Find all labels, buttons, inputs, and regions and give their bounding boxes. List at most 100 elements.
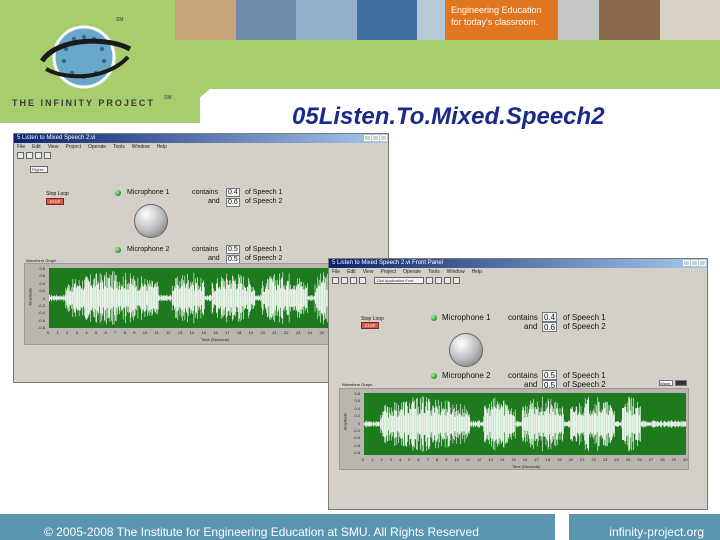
mic2-speech1-numeric[interactable]: 0.5 <box>226 245 240 254</box>
x-tick-label: 0 <box>362 457 365 462</box>
x-tick-label: 28 <box>660 457 665 462</box>
y-tick-label: 0.2 <box>39 288 45 294</box>
mic1-speech1-numeric[interactable]: 0.4 <box>226 188 240 197</box>
minimize-icon[interactable] <box>364 135 371 141</box>
run-icon[interactable] <box>332 277 339 284</box>
minimize-icon[interactable] <box>683 260 690 266</box>
mic2-led-icon <box>431 373 437 379</box>
mic1-speech2-numeric[interactable]: 0.6 <box>542 322 557 332</box>
run-icon[interactable] <box>17 152 24 159</box>
x-tick-label: 12 <box>476 457 482 462</box>
run-continuous-icon[interactable] <box>26 152 33 159</box>
close-icon[interactable] <box>699 260 706 266</box>
x-tick-label: 25 <box>625 457 631 462</box>
mic1-label: Microphone 1 <box>127 189 170 196</box>
x-tick-label: 2 <box>380 457 383 462</box>
x-tick-label: 17 <box>225 330 230 335</box>
x-tick-label: 5 <box>408 457 411 462</box>
x-tick-label: 25 <box>319 330 324 335</box>
x-axis-label: Time (Seconds) <box>512 464 541 469</box>
mic1-led-icon <box>431 315 437 321</box>
pause-icon[interactable] <box>359 277 366 284</box>
x-tick-label: 9 <box>445 457 448 462</box>
x-tick-label: 19 <box>557 457 562 462</box>
abort-icon[interactable] <box>35 152 42 159</box>
reorder-icon[interactable] <box>453 277 460 284</box>
x-tick-label: 10 <box>454 457 459 462</box>
menu-item-edit[interactable]: Edit <box>347 269 356 275</box>
header-diagonal <box>170 89 210 123</box>
y-tick-label: 0 <box>42 295 45 301</box>
x-tick-label: 6 <box>417 457 420 462</box>
y-tick-label: -0.8 <box>353 450 360 455</box>
stop-loop-caption: Stop Loop <box>46 191 69 197</box>
labview-window-front[interactable]: 5 Listen to Mixed Speech 2.vi Front Pane… <box>328 258 708 510</box>
logo-text: THE INFINITY PROJECT <box>12 98 155 108</box>
x-tick-label: 6 <box>104 330 107 335</box>
close-icon[interactable] <box>380 135 387 141</box>
menu-item-operate[interactable]: Operate <box>88 144 106 150</box>
align-icon[interactable] <box>426 277 433 284</box>
mic2-speech2-label: of Speech 2 <box>245 255 283 262</box>
footer-divider <box>555 514 569 540</box>
menu-item-view[interactable]: View <box>363 269 374 275</box>
maximize-icon[interactable] <box>691 260 698 266</box>
mic2-speech1-numeric[interactable]: 0.5 <box>542 370 557 380</box>
y-axis-label: Amplitude <box>342 412 348 431</box>
font-select[interactable]: 13pt Application Font <box>374 277 424 284</box>
pause-icon[interactable] <box>44 152 51 159</box>
window-titlebar[interactable]: 5 Listen to Mixed Speech 2.vi <box>14 134 388 143</box>
maximize-icon[interactable] <box>372 135 379 141</box>
stop-button[interactable]: STOP <box>361 322 379 329</box>
menu-item-window[interactable]: Window <box>132 144 150 150</box>
footer-site-link[interactable]: infinity-project.org <box>609 525 704 539</box>
distribute-icon[interactable] <box>435 277 442 284</box>
run-continuous-icon[interactable] <box>341 277 348 284</box>
window-title: 5 Listen to Mixed Speech 2.vi Front Pane… <box>332 260 444 266</box>
menu-item-view[interactable]: View <box>48 144 59 150</box>
menu-item-window[interactable]: Window <box>447 269 465 275</box>
x-tick-label: 15 <box>511 457 516 462</box>
menu-item-tools[interactable]: Tools <box>113 144 125 150</box>
menu-item-tools[interactable]: Tools <box>428 269 440 275</box>
y-tick-label: 0.4 <box>354 405 360 411</box>
y-tick-label: -0.2 <box>353 427 360 433</box>
mixer-knob[interactable] <box>449 333 483 367</box>
x-tick-label: 3 <box>75 330 78 335</box>
x-tick-labels: 0 1 2 3 4 5 6 7 8 9 10 11 12 13 14 15 16 17 18 19 20 21 22 23 24… <box>362 457 688 462</box>
plot-legend[interactable]: Wave <box>659 380 673 386</box>
menu-item-edit[interactable]: Edit <box>32 144 41 150</box>
x-tick-label: 23 <box>602 457 608 462</box>
x-tick-label: 20 <box>260 330 265 335</box>
resize-icon[interactable] <box>444 277 451 284</box>
x-tick-label: 16 <box>213 330 218 335</box>
menu-item-help[interactable]: Help <box>472 269 482 275</box>
x-tick-label: 1 <box>56 330 59 335</box>
y-tick-label: -0.4 <box>353 435 360 441</box>
menu-item-project[interactable]: Project <box>380 269 396 275</box>
mic2-contains-label: contains <box>508 371 538 380</box>
menu-item-project[interactable]: Project <box>65 144 81 150</box>
x-tick-label: 7 <box>426 457 429 462</box>
mic1-speech2-numeric[interactable]: 0.6 <box>226 198 240 207</box>
window-titlebar[interactable]: 5 Listen to Mixed Speech 2.vi Front Pane… <box>329 259 707 268</box>
y-tick-labels: 0.8 0.6 0.4 0.2 0 -0.2 -0.4 -0.6 -0.8 <box>33 266 45 330</box>
stop-button[interactable]: STOP <box>46 198 64 205</box>
menu-bar: File Edit View Project Operate Tools Window Hel… <box>14 143 388 151</box>
font-select[interactable]: Flightx <box>30 166 48 173</box>
mic2-label: Microphone 2 <box>127 246 170 253</box>
menu-item-operate[interactable]: Operate <box>403 269 421 275</box>
menu-item-file[interactable]: File <box>332 269 340 275</box>
waveform-plot[interactable] <box>364 393 686 455</box>
mic1-speech1-numeric[interactable]: 0.4 <box>542 312 557 322</box>
x-tick-label: 30 <box>683 457 688 462</box>
abort-icon[interactable] <box>350 277 357 284</box>
mixer-knob[interactable] <box>134 204 168 238</box>
menu-item-help[interactable]: Help <box>157 144 167 150</box>
menu-item-file[interactable]: File <box>17 144 25 150</box>
x-tick-label: 13 <box>488 457 493 462</box>
x-tick-label: 0 <box>47 330 50 335</box>
header-tagline: Engineering Education for today's classr… <box>445 0 558 40</box>
x-tick-label: 14 <box>189 330 195 335</box>
x-tick-label: 22 <box>284 330 289 335</box>
